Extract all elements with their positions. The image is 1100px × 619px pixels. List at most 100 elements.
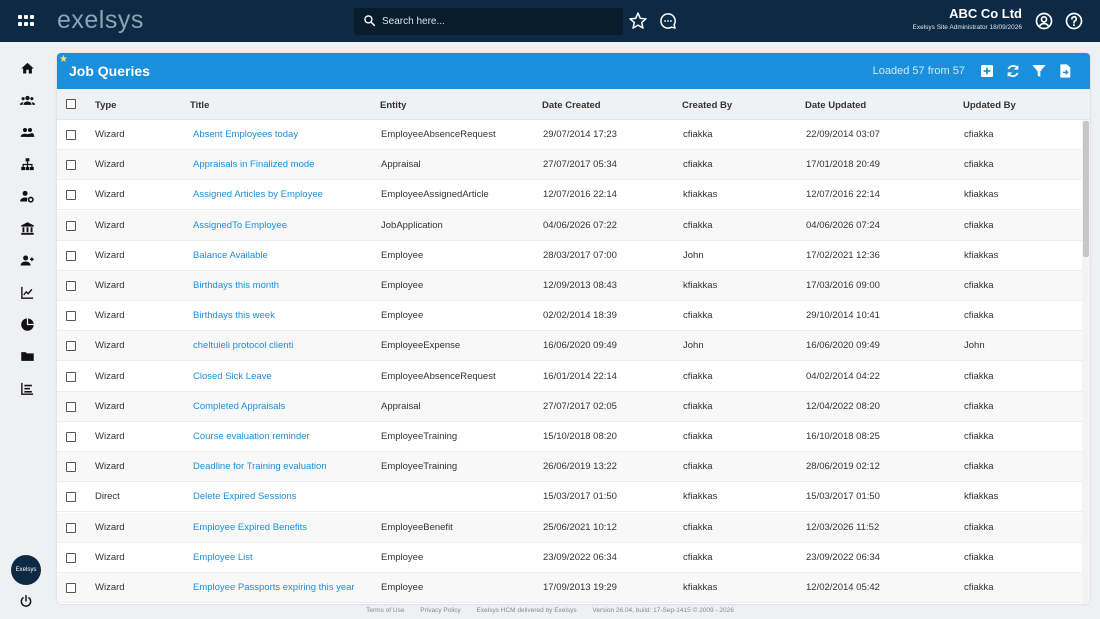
cell-type: Wizard (95, 400, 125, 412)
table-row[interactable]: Wizard Birthdays this month Employee 12/09/… (57, 271, 1082, 301)
row-checkbox[interactable] (66, 522, 76, 533)
cell-title[interactable]: Employee Expired Benefits (193, 522, 307, 533)
cell-type: Wizard (95, 189, 125, 201)
cell-entity: EmployeeTraining (381, 431, 458, 442)
row-checkbox[interactable] (66, 371, 76, 382)
row-checkbox[interactable] (66, 341, 76, 352)
table-row[interactable]: Wizard Employee List Employee 23/09/2022 06… (57, 543, 1082, 573)
row-checkbox[interactable] (66, 432, 76, 442)
cell-date-created: 15/10/2018 08:20 (543, 431, 617, 442)
cell-title[interactable]: AssignedTo Employee (193, 220, 287, 231)
org-chart-icon[interactable] (17, 154, 37, 174)
table-row[interactable]: Wizard Deadline for Training evaluation Em… (57, 452, 1082, 483)
help-icon[interactable] (1064, 11, 1084, 31)
cell-title[interactable]: Delete Expired Sessions (193, 491, 297, 502)
groups-icon[interactable] (17, 122, 37, 142)
table-row[interactable]: Wizard Closed Sick Leave EmployeeAbsenceRe… (57, 362, 1082, 392)
bank-icon[interactable] (17, 218, 37, 238)
account-icon[interactable] (1034, 11, 1054, 31)
terms-link[interactable]: Terms of Use (366, 607, 404, 614)
table-row[interactable]: Wizard Completed Appraisals Appraisal 27/07… (57, 391, 1082, 422)
search-box[interactable] (354, 8, 623, 35)
cell-date-created: 27/07/2017 05:34 (543, 159, 617, 171)
row-checkbox[interactable] (66, 220, 76, 231)
cell-type: Wizard (95, 219, 125, 231)
pie-chart-icon[interactable] (17, 314, 37, 334)
cell-title[interactable]: Balance Available (193, 250, 268, 261)
column-entity[interactable]: Entity (380, 100, 406, 111)
table-row[interactable]: Wizard Absent Employees today EmployeeAbse… (57, 120, 1082, 150)
cell-title[interactable]: Absent Employees today (193, 129, 298, 140)
cell-title[interactable]: Closed Sick Leave (193, 371, 272, 382)
chat-icon[interactable] (658, 11, 678, 31)
cell-title[interactable]: Employee Passports expiring this year (193, 582, 355, 593)
row-checkbox[interactable] (66, 190, 76, 201)
logo[interactable]: exelsys (57, 6, 144, 35)
table-row[interactable]: Wizard Assigned Articles by Employee Emplo… (57, 180, 1082, 211)
row-checkbox[interactable] (66, 462, 76, 473)
avatar[interactable]: Exelsys (11, 555, 41, 585)
table-row[interactable]: Wizard cheltuieli protocol clienti Employe… (57, 331, 1082, 362)
folder-icon[interactable] (17, 346, 37, 366)
table-row[interactable]: Direct Delete Expired Sessions 15/03/2017 … (57, 482, 1082, 513)
cell-title[interactable]: Assigned Articles by Employee (193, 189, 323, 200)
cell-created-by: kfiakkas (683, 491, 718, 503)
cell-title[interactable]: Course evaluation reminder (193, 431, 310, 442)
scrollbar-thumb[interactable] (1083, 121, 1089, 257)
column-type[interactable]: Type (95, 100, 116, 111)
table-row[interactable]: Wizard Appraisals in Finalized mode Apprai… (57, 150, 1082, 181)
trend-chart-icon[interactable] (17, 282, 37, 302)
list-icon[interactable] (17, 378, 37, 398)
cell-date-created: 04/06/2026 07:22 (543, 219, 617, 231)
cell-title[interactable]: Appraisals in Finalized mode (193, 159, 314, 170)
row-checkbox[interactable] (66, 250, 76, 261)
cell-title[interactable]: Deadline for Training evaluation (193, 461, 327, 472)
apps-grid-icon[interactable] (18, 15, 34, 27)
cell-title[interactable]: Birthdays this month (193, 280, 279, 291)
refresh-icon[interactable] (1005, 63, 1021, 79)
cell-title[interactable]: cheltuieli protocol clienti (193, 340, 293, 351)
row-checkbox[interactable] (66, 130, 76, 140)
column-title[interactable]: Title (190, 100, 209, 111)
table-row[interactable]: Wizard Employee Expired Benefits EmployeeB… (57, 512, 1082, 543)
table-row[interactable]: Wizard AssignedTo Employee JobApplication 0… (57, 210, 1082, 241)
power-icon[interactable] (19, 594, 33, 608)
select-all-checkbox[interactable] (66, 99, 76, 109)
filter-icon[interactable] (1031, 63, 1047, 79)
row-checkbox[interactable] (66, 552, 76, 563)
row-checkbox[interactable] (66, 583, 76, 593)
cell-entity: EmployeeAbsenceRequest (381, 370, 496, 382)
table-row[interactable]: Wizard Birthdays this week Employee 02/02/2… (57, 301, 1082, 332)
column-updated-by[interactable]: Updated By (963, 100, 1016, 111)
row-checkbox[interactable] (66, 160, 76, 171)
cell-entity: Employee (381, 310, 424, 322)
column-date-created[interactable]: Date Created (542, 100, 601, 111)
table-row[interactable]: Wizard Course evaluation reminder Employee… (57, 422, 1082, 452)
row-checkbox[interactable] (66, 281, 76, 291)
cell-created-by: kfiakkas (683, 280, 718, 291)
cell-date-created: 12/07/2016 22:14 (543, 189, 617, 201)
search-input[interactable] (382, 8, 617, 35)
row-checkbox[interactable] (66, 311, 76, 322)
add-icon[interactable] (979, 63, 995, 79)
row-checkbox[interactable] (66, 492, 76, 503)
table-row[interactable]: Wizard Employee Passports expiring this y… (57, 573, 1082, 603)
cell-created-by: cfiakka (683, 159, 713, 171)
table-row[interactable]: Wizard Balance Available Employee 28/03/201… (57, 241, 1082, 271)
cell-title[interactable]: Employee List (193, 552, 253, 563)
column-date-updated[interactable]: Date Updated (805, 100, 866, 111)
user-settings-icon[interactable] (17, 186, 37, 206)
cell-date-updated: 12/02/2014 05:42 (806, 582, 880, 593)
cell-date-updated: 17/03/2016 09:00 (806, 280, 880, 291)
column-created-by[interactable]: Created By (682, 100, 732, 111)
export-icon[interactable] (1057, 63, 1073, 79)
home-icon[interactable] (17, 58, 37, 78)
star-icon[interactable] (628, 11, 648, 31)
cell-title[interactable]: Birthdays this week (193, 310, 275, 321)
employees-icon[interactable] (17, 90, 37, 110)
row-checkbox[interactable] (66, 401, 76, 412)
add-user-icon[interactable] (17, 250, 37, 270)
privacy-link[interactable]: Privacy Policy (420, 607, 460, 614)
cell-title[interactable]: Completed Appraisals (193, 401, 285, 412)
favorite-star-icon[interactable]: ★ (59, 54, 68, 65)
